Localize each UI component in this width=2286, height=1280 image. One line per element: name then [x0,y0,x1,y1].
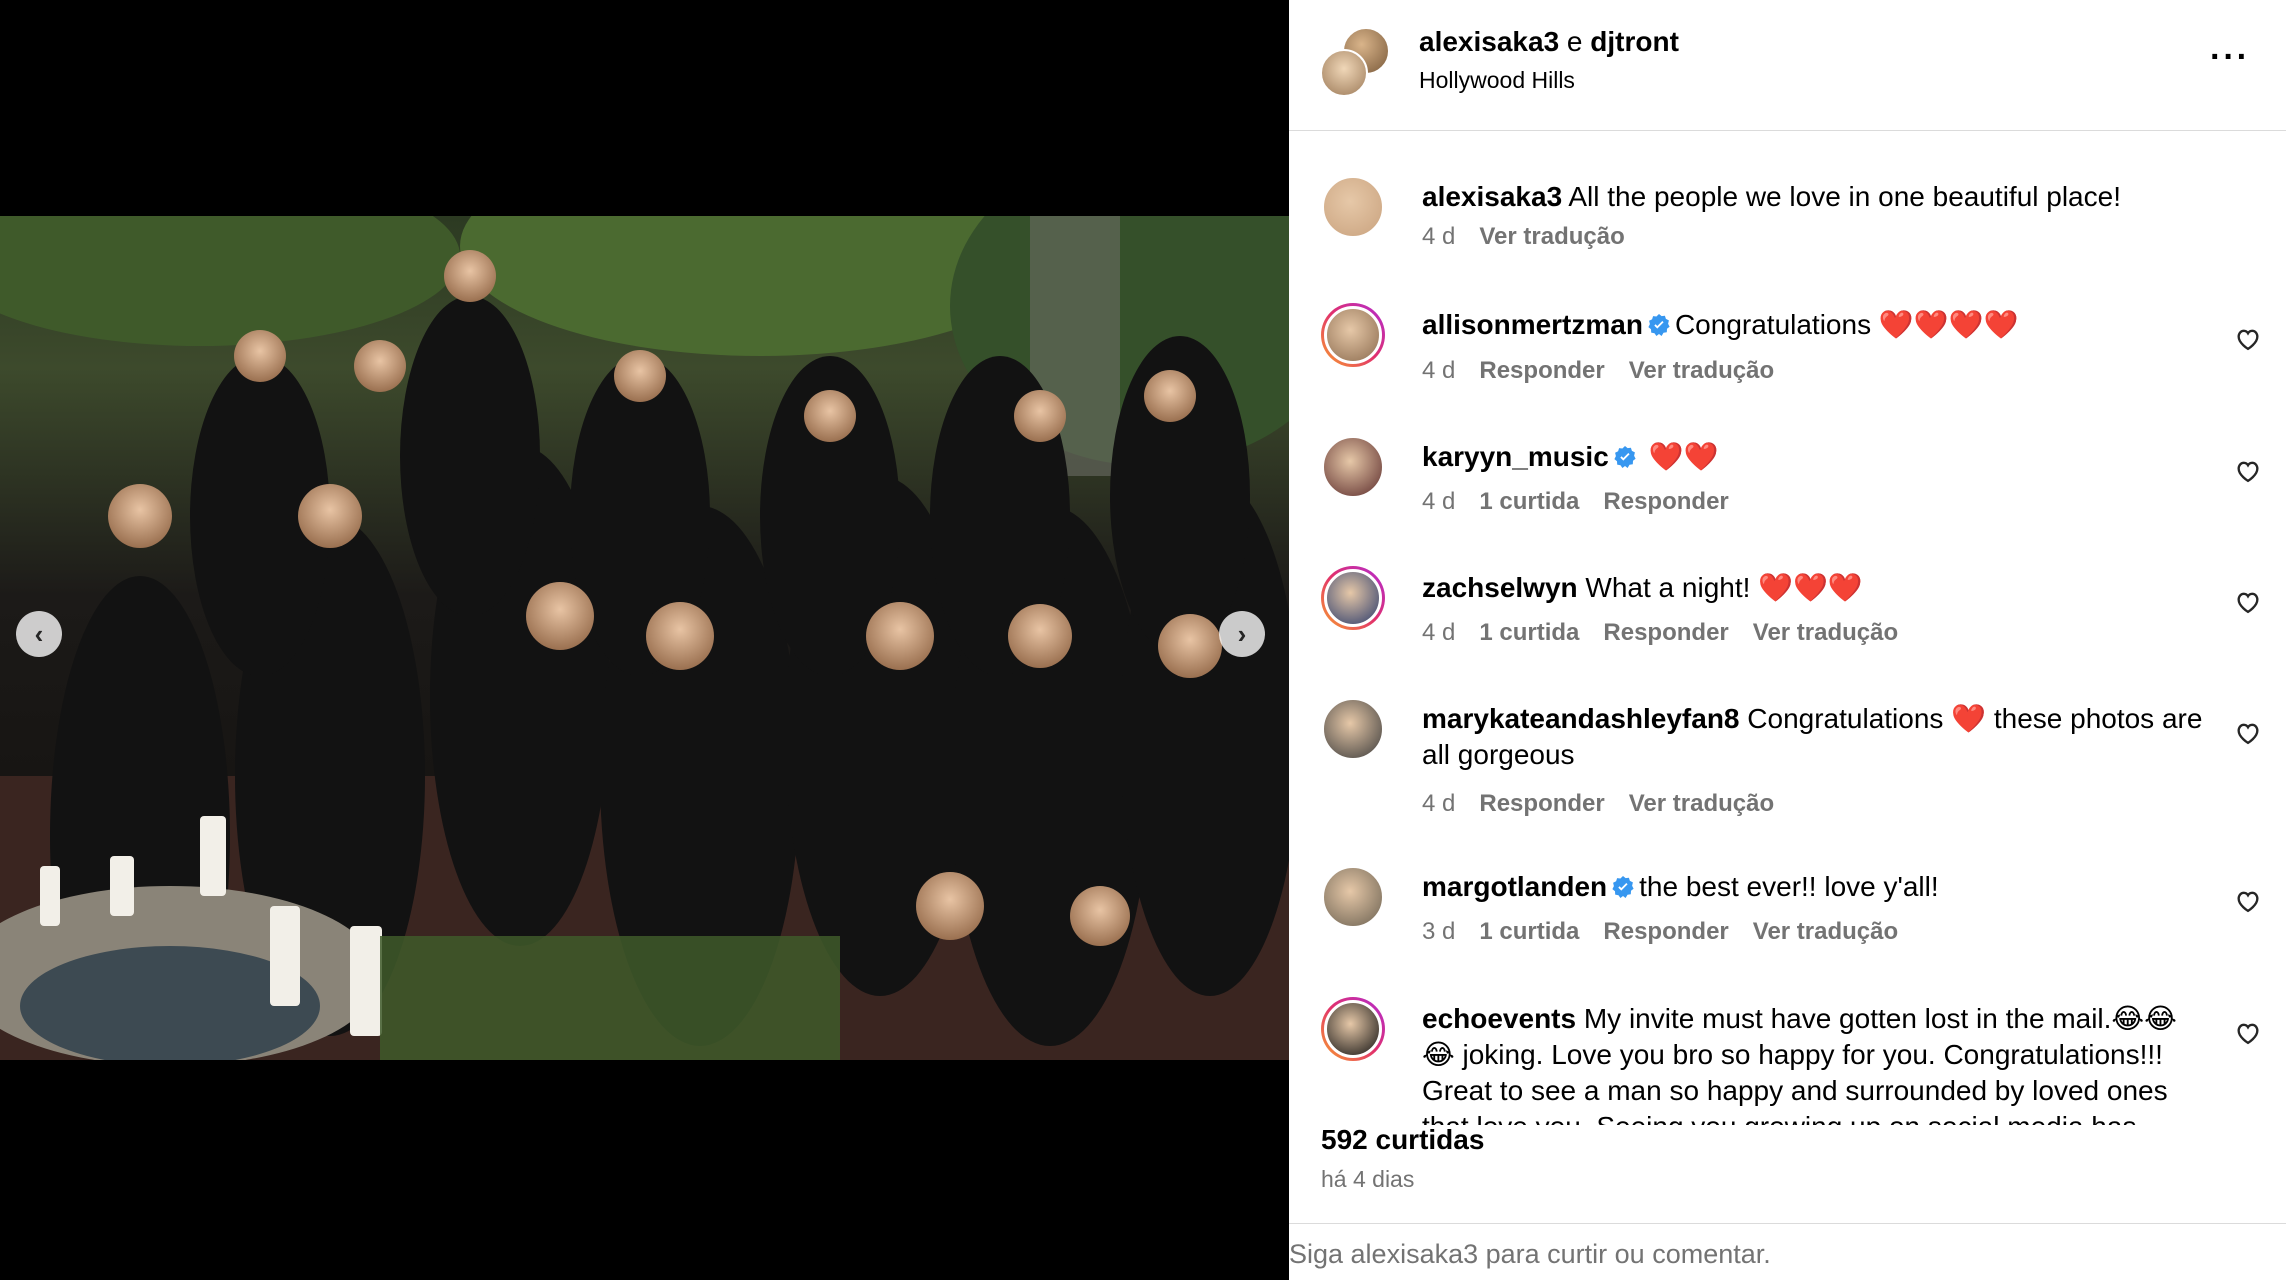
comment-text-block: zachselwyn What a night! ❤️❤️❤️ [1422,570,2206,606]
username-link[interactable]: alexisaka3 [1419,26,1559,57]
login-prompt: Siga alexisaka3 para curtir ou comentar. [1289,1239,1771,1269]
comment-time: 4 d [1422,790,1456,817]
collab-names: alexisaka3 e djtront [1419,26,1679,58]
comment-text-block: marykateandashleyfan8 Congratulations ❤️… [1422,701,2206,773]
translate-button[interactable]: Ver tradução [1629,790,1774,818]
post-header: alexisaka3 e djtront Hollywood Hills ··· [1289,0,2286,131]
comment-text-block: allisonmertzman Congratulations ❤️❤️❤️❤️ [1422,307,2206,343]
joiner-text: e [1566,26,1583,57]
translate-button[interactable]: Ver tradução [1629,357,1774,385]
comment-meta: 4 d Ver tradução [1422,223,1625,251]
likes-count[interactable]: 592 curtidas [1321,1124,1484,1156]
comment-username[interactable]: allisonmertzman [1422,309,1643,340]
verified-icon [1614,446,1636,468]
comment-username[interactable]: karyyn_music [1422,441,1609,472]
comments-list: alexisaka3 All the people we love in one… [1289,131,2286,1125]
comment-emoji: ❤️❤️❤️ [1758,572,1863,603]
comment-username[interactable]: margotlanden [1422,871,1607,902]
comment-time: 3 d [1422,918,1456,945]
chevron-right-icon[interactable]: › [1219,611,1265,657]
username-link[interactable]: djtront [1590,26,1679,57]
avatar[interactable] [1321,303,1385,367]
reply-button[interactable]: Responder [1603,488,1728,516]
avatar[interactable] [1321,697,1385,761]
heart-icon[interactable] [2234,887,2262,915]
verified-icon [1648,314,1670,336]
comment-username[interactable]: echoevents [1422,1003,1576,1034]
photo-illustration [0,216,1289,1060]
reply-button[interactable]: Responder [1603,619,1728,647]
more-icon[interactable]: ··· [2210,40,2250,74]
comment-likes[interactable]: 1 curtida [1479,488,1579,516]
comment-text: Congratulations [1674,309,1872,340]
reply-button[interactable]: Responder [1603,918,1728,946]
comment-time: 4 d [1422,357,1456,384]
comment-text-block: echoevents My invite must have gotten lo… [1422,1001,2206,1125]
heart-icon[interactable] [2234,457,2262,485]
comment-username[interactable]: marykateandashleyfan8 [1422,703,1740,734]
comment-time: 4 d [1422,223,1456,250]
collab-avatars[interactable] [1320,27,1390,97]
comment-text-block: alexisaka3 All the people we love in one… [1422,179,2206,215]
heart-icon[interactable] [2234,1019,2262,1047]
comment-likes[interactable]: 1 curtida [1479,619,1579,647]
comment-emoji: ❤️❤️❤️❤️ [1878,309,2019,340]
reply-button[interactable]: Responder [1479,790,1604,818]
media-viewer: ‹ › [0,0,1289,1280]
login-prompt-bar: Siga alexisaka3 para curtir ou comentar. [1289,1223,2286,1280]
post-panel: alexisaka3 e djtront Hollywood Hills ···… [1289,0,2286,1280]
avatar[interactable] [1321,997,1385,1061]
comment-meta: 4 d Responder Ver tradução [1422,357,1774,385]
comment-username[interactable]: zachselwyn [1422,572,1578,603]
translate-button[interactable]: Ver tradução [1479,223,1624,251]
comment-likes[interactable]: 1 curtida [1479,918,1579,946]
reply-button[interactable]: Responder [1479,357,1604,385]
location-link[interactable]: Hollywood Hills [1419,67,1575,94]
comment-meta: 4 d Responder Ver tradução [1422,790,1774,818]
comment-text: What a night! [1585,572,1751,603]
post-time: há 4 dias [1321,1166,1415,1192]
comment-text-block: karyyn_music ❤️❤️ [1422,439,2206,475]
verified-icon [1612,876,1634,898]
translate-button[interactable]: Ver tradução [1753,918,1898,946]
translate-button[interactable]: Ver tradução [1753,619,1898,647]
comment-text-block: margotlanden the best ever!! love y'all! [1422,869,2206,905]
heart-icon[interactable] [2234,325,2262,353]
comment-text: the best ever!! love y'all! [1639,871,1939,902]
heart-icon[interactable] [2234,719,2262,747]
avatar[interactable] [1321,865,1385,929]
comment-time: 4 d [1422,488,1456,515]
comment-meta: 4 d 1 curtida Responder Ver tradução [1422,619,1898,647]
avatar[interactable] [1321,175,1385,239]
comment-time: 4 d [1422,619,1456,646]
comment-username[interactable]: alexisaka3 [1422,181,1562,212]
chevron-left-icon[interactable]: ‹ [16,611,62,657]
comment-emoji: ❤️❤️ [1648,441,1719,472]
avatar[interactable] [1321,435,1385,499]
avatar[interactable] [1321,566,1385,630]
comment-text: All the people we love in one beautiful … [1568,181,2121,212]
avatar[interactable] [1320,49,1368,97]
comment-meta: 4 d 1 curtida Responder [1422,488,1729,516]
comment-meta: 3 d 1 curtida Responder Ver tradução [1422,918,1898,946]
post-photo [0,216,1289,1060]
heart-icon[interactable] [2234,588,2262,616]
